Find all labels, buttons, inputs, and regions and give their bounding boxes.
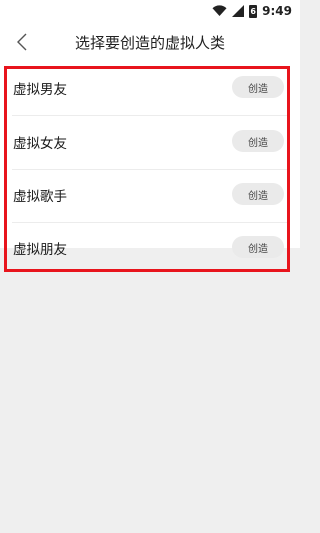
- create-girlfriend-button[interactable]: 创造: [232, 130, 284, 152]
- list-item-boyfriend: 虚拟男友 创造: [0, 62, 300, 116]
- option-label: 虚拟朋友: [13, 242, 67, 258]
- wifi-icon: [212, 5, 227, 16]
- human-type-list: 虚拟男友 创造 虚拟女友 创造 虚拟歌手 创造 虚拟朋友 创造: [0, 62, 300, 258]
- list-item-friend: 虚拟朋友 创造: [0, 222, 300, 276]
- signal-icon: [232, 5, 245, 17]
- list-item-singer: 虚拟歌手 创造: [0, 169, 300, 223]
- option-label: 虚拟女友: [13, 136, 67, 152]
- create-singer-button[interactable]: 创造: [232, 183, 284, 205]
- page-title: 选择要创造的虚拟人类: [74, 34, 225, 52]
- create-friend-button[interactable]: 创造: [232, 236, 284, 258]
- status-icons: 6 9:49: [212, 3, 292, 19]
- status-time: 9:49: [262, 4, 292, 18]
- option-label: 虚拟歌手: [13, 189, 67, 205]
- option-label: 虚拟男友: [13, 82, 67, 98]
- create-boyfriend-button[interactable]: 创造: [232, 76, 284, 98]
- list-item-girlfriend: 虚拟女友 创造: [0, 116, 300, 170]
- battery-icon: 6: [249, 4, 258, 18]
- nav-bar: 选择要创造的虚拟人类: [0, 22, 300, 62]
- status-bar: 6 9:49: [0, 0, 300, 22]
